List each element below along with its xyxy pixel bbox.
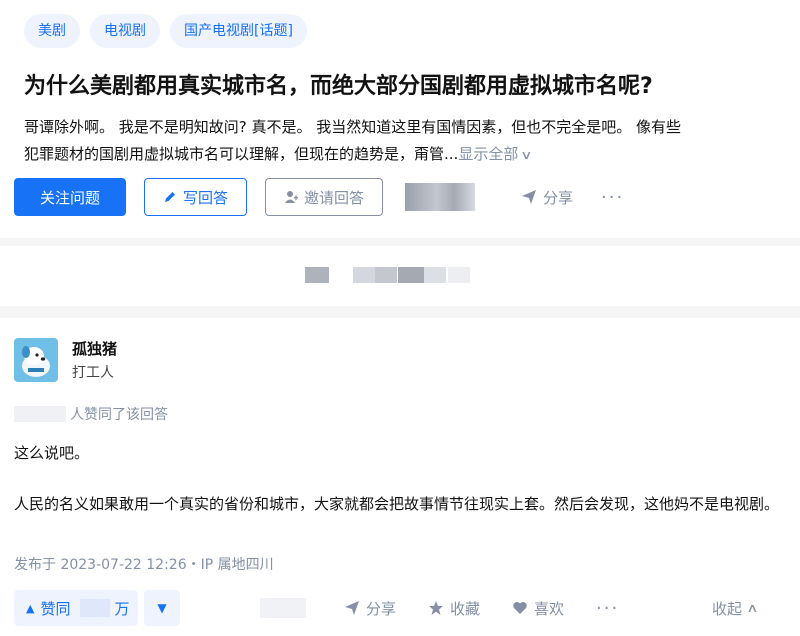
user-plus-icon <box>285 191 299 203</box>
share-icon <box>522 190 537 204</box>
blurred-block-4 <box>398 267 424 283</box>
answer-more-button[interactable]: ··· <box>596 590 619 626</box>
collapse-button[interactable]: 收起 ∧ <box>712 590 759 626</box>
blurred-block-2 <box>353 267 375 283</box>
upvote-suffix: 万 <box>114 599 130 618</box>
blurred-block-5 <box>424 267 446 283</box>
question-card: 美剧 电视剧 国产电视剧[话题] 为什么美剧都用真实城市名，而绝大部分国剧都用虚… <box>0 0 800 238</box>
chevron-down-icon: ∨ <box>520 148 533 162</box>
tag-dianshiju[interactable]: 电视剧 <box>90 14 160 48</box>
author-bio: 打工人 <box>72 365 114 381</box>
like-button[interactable]: 喜欢 <box>512 590 564 626</box>
invite-answer-button[interactable]: 邀请回答 <box>265 178 384 216</box>
tag-meiju[interactable]: 美剧 <box>24 14 80 48</box>
like-label: 喜欢 <box>534 599 565 618</box>
blurred-block-6 <box>448 267 470 283</box>
invite-answer-label: 邀请回答 <box>304 188 365 207</box>
question-detail-line2: 犯罪题材的国剧用虚拟城市名可以理解，但现在的趋势是，甭管...显示全部 ∨ <box>24 141 794 169</box>
answer-publish-meta[interactable]: 发布于 2023-07-22 12:26・IP 属地四川 <box>14 554 274 574</box>
question-detail-line2-text: 犯罪题材的国剧用虚拟城市名可以理解，但现在的趋势是，甭管... <box>24 145 459 163</box>
write-answer-label: 写回答 <box>183 188 229 207</box>
share-answer-button[interactable]: 分享 <box>344 590 396 626</box>
blurred-block-1 <box>305 267 329 283</box>
share-icon <box>345 601 359 615</box>
answer-card: 孤独猪 打工人 人赞同了该回答 这么说吧。 人民的名义如果敢用一个真实的省份和城… <box>0 318 800 636</box>
triangle-down-icon: ▼ <box>157 601 167 615</box>
question-detail: 哥谭除外啊。 我是不是明知故问? 真不是。 我当然知道这里有国情因素，但也不完全… <box>24 114 794 169</box>
blurred-strip <box>0 246 800 306</box>
share-answer-label: 分享 <box>366 599 397 618</box>
share-question-button[interactable]: 分享 <box>521 187 573 208</box>
chevron-up-icon: ∧ <box>746 601 759 615</box>
upvote-label: 赞同 <box>40 599 71 618</box>
question-actions: 关注问题 写回答 邀请回答 分享 ··· <box>14 178 624 216</box>
downvote-button[interactable]: ▼ <box>144 590 180 626</box>
author-avatar[interactable] <box>14 338 58 382</box>
star-icon <box>429 601 443 615</box>
voters-summary[interactable]: 人赞同了该回答 <box>70 404 168 424</box>
write-answer-button[interactable]: 写回答 <box>144 178 248 216</box>
answer-paragraph-1: 这么说吧。 <box>14 444 90 462</box>
answer-paragraph-2: 人民的名义如果敢用一个真实的省份和城市，大家就都会把故事情节往现实上套。然后会发… <box>14 495 780 513</box>
blurred-comment-count <box>260 598 306 618</box>
question-title[interactable]: 为什么美剧都用真实城市名，而绝大部分国剧都用虚拟城市名呢? <box>24 70 794 104</box>
answer-actions: ▲ 赞同 万 ▼ 分享 收藏 喜欢 ··· 收起 ∧ <box>14 590 786 626</box>
triangle-up-icon: ▲ <box>26 601 35 615</box>
tag-list: 美剧 电视剧 国产电视剧[话题] <box>24 14 307 48</box>
show-all-label: 显示全部 <box>458 145 519 163</box>
question-more-button[interactable]: ··· <box>601 187 624 208</box>
pencil-icon <box>165 192 175 202</box>
blurred-vote-count <box>80 599 111 617</box>
show-all-link[interactable]: 显示全部 ∨ <box>458 145 533 163</box>
heart-icon <box>513 602 527 614</box>
avatar-dog-icon <box>14 338 58 382</box>
collapse-label: 收起 <box>712 599 743 618</box>
share-question-label: 分享 <box>543 188 574 207</box>
favorite-label: 收藏 <box>450 599 481 618</box>
blurred-region <box>405 183 476 211</box>
tag-guochan-topic[interactable]: 国产电视剧[话题] <box>170 14 307 48</box>
follow-question-button[interactable]: 关注问题 <box>14 178 126 216</box>
blurred-voter-count <box>14 406 66 422</box>
favorite-button[interactable]: 收藏 <box>428 590 480 626</box>
upvote-button[interactable]: ▲ 赞同 万 <box>14 590 138 626</box>
blurred-block-3 <box>375 267 397 283</box>
author-name[interactable]: 孤独猪 <box>72 338 117 359</box>
question-detail-line1: 哥谭除外啊。 我是不是明知故问? 真不是。 我当然知道这里有国情因素，但也不完全… <box>24 118 682 136</box>
